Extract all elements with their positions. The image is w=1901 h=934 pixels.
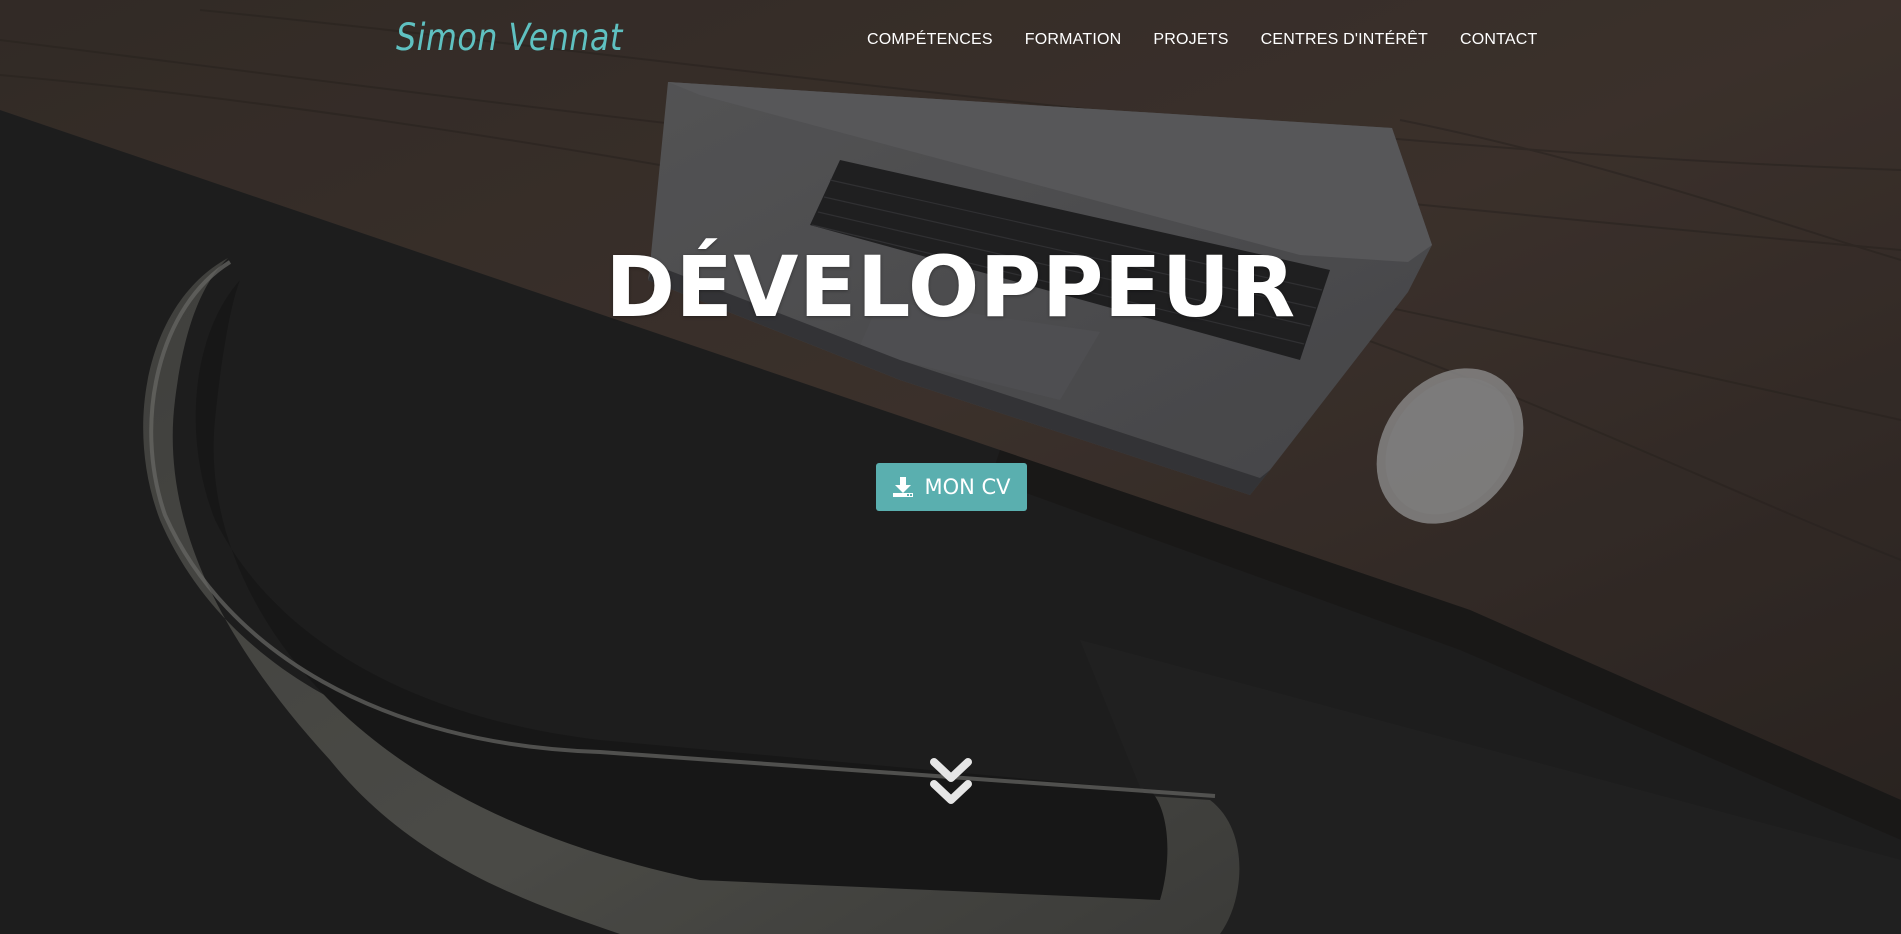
nav-menu: COMPÉTENCES FORMATION PROJETS CENTRES D'… xyxy=(867,31,1538,49)
nav-link-competences[interactable]: COMPÉTENCES xyxy=(867,31,993,48)
hero-headline: DÉVELOPPEUR xyxy=(605,238,1296,336)
nav-link-centres-interet[interactable]: CENTRES D'INTÉRÊT xyxy=(1261,31,1428,48)
download-cv-label: MON CV xyxy=(924,475,1011,499)
hero-section: Simon Vennat COMPÉTENCES FORMATION PROJE… xyxy=(0,0,1901,934)
nav-item-projets: PROJETS xyxy=(1153,31,1228,49)
navbar: Simon Vennat COMPÉTENCES FORMATION PROJE… xyxy=(0,0,1901,84)
download-icon xyxy=(892,476,914,498)
nav-link-formation[interactable]: FORMATION xyxy=(1025,31,1122,48)
nav-link-contact[interactable]: CONTACT xyxy=(1460,31,1538,48)
nav-item-centres-interet: CENTRES D'INTÉRÊT xyxy=(1261,31,1428,49)
brand-logo[interactable]: Simon Vennat xyxy=(396,16,623,59)
scroll-down-button[interactable] xyxy=(928,756,974,810)
nav-item-competences: COMPÉTENCES xyxy=(867,31,993,49)
nav-item-contact: CONTACT xyxy=(1460,31,1538,49)
nav-link-projets[interactable]: PROJETS xyxy=(1153,31,1228,48)
double-chevron-down-icon xyxy=(930,758,972,804)
nav-item-formation: FORMATION xyxy=(1025,31,1122,49)
download-cv-button[interactable]: MON CV xyxy=(876,463,1027,511)
